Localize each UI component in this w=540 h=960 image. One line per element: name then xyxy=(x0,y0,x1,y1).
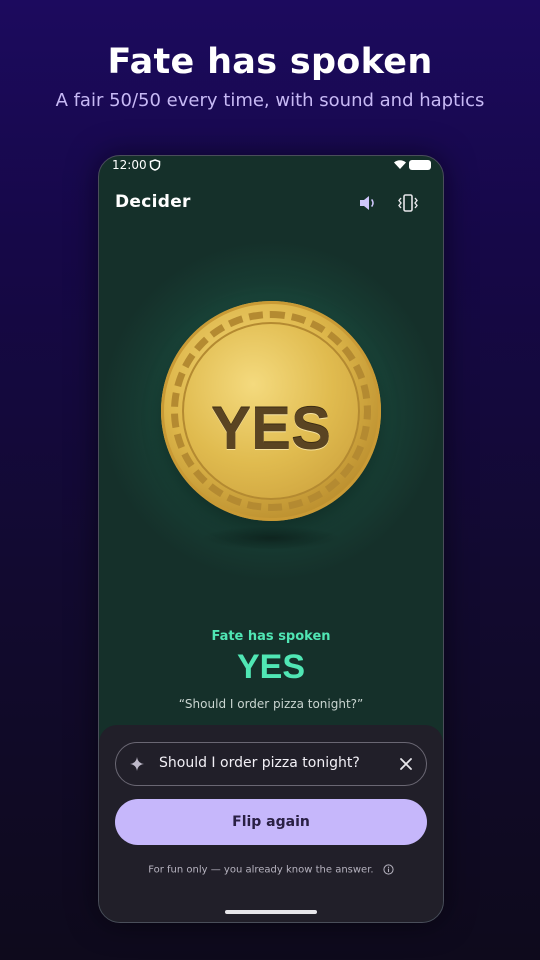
result-value: YES xyxy=(236,648,306,686)
coin-face-label: YES xyxy=(210,395,332,462)
app-title: Decider xyxy=(115,192,191,212)
wifi-icon xyxy=(394,160,406,169)
vibrate-icon xyxy=(398,194,418,212)
battery-icon xyxy=(409,160,431,170)
status-time: 12:00 xyxy=(112,158,147,172)
promo-headline: Fate has spoken xyxy=(107,42,433,82)
sparkle-icon xyxy=(130,757,144,771)
sound-icon xyxy=(360,196,374,210)
status-bar: 12:00 xyxy=(99,156,443,178)
disclaimer-text: For fun only — you already know the answ… xyxy=(148,864,374,876)
clear-icon[interactable] xyxy=(396,754,416,774)
coin[interactable]: YES xyxy=(161,301,381,521)
result-question: “Should I order pizza tonight?” xyxy=(178,697,364,711)
sound-toggle-button[interactable] xyxy=(355,190,381,216)
promo-subline: A fair 50/50 every time, with sound and … xyxy=(55,90,485,111)
coin-face: YES xyxy=(182,322,360,500)
disclaimer: For fun only — you already know the answ… xyxy=(99,864,443,876)
bottom-sheet: Should I order pizza tonight? Flip again… xyxy=(99,725,443,922)
home-indicator[interactable] xyxy=(225,910,317,914)
phone-screen: 12:00 Decider YES Fate has spoken YES “S… xyxy=(98,155,444,923)
info-icon[interactable] xyxy=(383,864,394,875)
shield-icon xyxy=(149,159,161,171)
flip-again-button[interactable]: Flip again xyxy=(115,799,427,845)
result-caption: Fate has spoken xyxy=(211,629,331,644)
coin-shadow xyxy=(201,526,341,550)
question-input[interactable]: Should I order pizza tonight? xyxy=(115,742,427,786)
haptics-toggle-button[interactable] xyxy=(395,190,421,216)
question-input-value: Should I order pizza tonight? xyxy=(159,755,360,771)
